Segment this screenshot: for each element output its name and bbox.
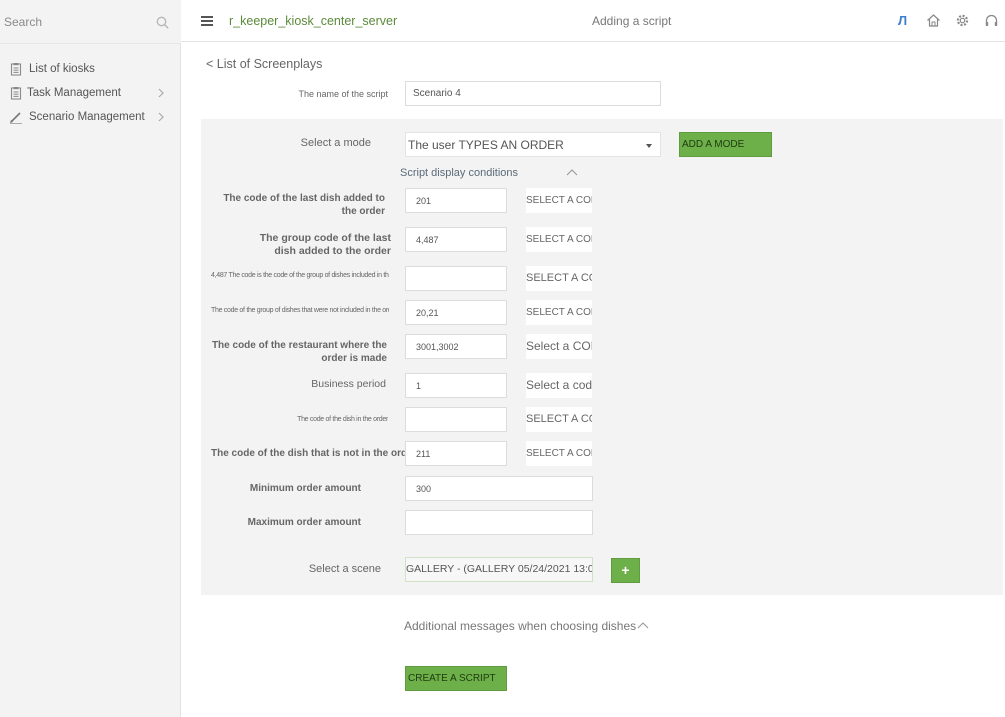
chevron-up-icon[interactable]	[637, 622, 649, 629]
condition-label-restaurant: The code of the restaurant where the ord…	[211, 340, 387, 364]
select-code-button[interactable]: SELECT A CODE	[526, 300, 592, 325]
min-order-input[interactable]	[405, 476, 593, 501]
last-dish-group-code-input[interactable]	[405, 227, 507, 252]
dish-not-in-order-code-input[interactable]	[405, 441, 507, 466]
select-code-button[interactable]: SELECT A CODE,	[526, 407, 592, 432]
additional-messages-title: Additional messages when choosing dishes	[404, 619, 637, 633]
hamburger-icon[interactable]	[201, 16, 213, 26]
create-script-button[interactable]: CREATE A SCRIPT	[405, 666, 507, 691]
pencil-icon	[10, 112, 22, 124]
gear-icon[interactable]	[955, 13, 970, 28]
select-code-button[interactable]: Select a CODE	[526, 334, 592, 359]
user-initial[interactable]: Л	[898, 13, 907, 28]
script-name-input[interactable]	[405, 81, 661, 106]
select-code-button[interactable]: Select a code	[526, 373, 592, 398]
app-title[interactable]: r_keeper_kiosk_center_server	[229, 14, 397, 28]
search-input[interactable]	[4, 12, 144, 32]
sidebar: List of kiosks Task Management Scenario …	[0, 0, 181, 717]
clipboard-icon	[10, 63, 22, 76]
sidebar-search	[0, 0, 181, 44]
select-code-button[interactable]: SELECT A CODE	[526, 188, 592, 213]
page-title: Adding a script	[592, 14, 672, 28]
caret-down-icon	[646, 144, 652, 148]
condition-label-group-not-in-order: The code of the group of dishes that wer…	[211, 307, 389, 314]
max-order-label: Maximum order amount	[247, 517, 361, 528]
sidebar-nav: List of kiosks Task Management Scenario …	[0, 58, 181, 129]
add-mode-button[interactable]: ADD A MODE	[679, 132, 772, 157]
group-not-in-order-code-input[interactable]	[405, 300, 507, 325]
chevron-right-icon	[158, 88, 164, 98]
chevron-up-icon[interactable]	[566, 169, 578, 176]
condition-label-dish-in-order: The code of the dish in the order	[297, 416, 388, 423]
sidebar-item-list-of-kiosks[interactable]: List of kiosks	[0, 58, 181, 81]
top-header: r_keeper_kiosk_center_server Adding a sc…	[181, 0, 1005, 42]
home-icon[interactable]	[926, 13, 941, 28]
condition-label-dish-not-in-order: The code of the dish that is not in the …	[211, 448, 417, 459]
main-content: < List of Screenplays The name of the sc…	[181, 43, 1005, 717]
clipboard-icon	[10, 87, 22, 100]
restaurant-code-input[interactable]	[405, 334, 507, 359]
mode-label: Select a mode	[300, 137, 371, 149]
sidebar-item-label: Task Management	[27, 87, 121, 99]
back-to-screenplays-link[interactable]: < List of Screenplays	[206, 57, 322, 71]
mode-select[interactable]: The user TYPES AN ORDER	[405, 132, 661, 157]
chevron-right-icon	[158, 112, 164, 122]
condition-label-business-period: Business period	[311, 378, 386, 390]
mode-select-value: The user TYPES AN ORDER	[408, 138, 564, 152]
group-in-order-code-input[interactable]	[405, 266, 507, 291]
max-order-input[interactable]	[405, 510, 593, 535]
select-code-button[interactable]: SELECT A CODE,	[526, 266, 592, 291]
min-order-label: Minimum order amount	[249, 483, 361, 494]
condition-label-last-dish-group: The group code of the last dish added to…	[259, 232, 391, 257]
sidebar-item-scenario-management[interactable]: Scenario Management	[0, 106, 181, 129]
sidebar-item-label: Scenario Management	[29, 111, 145, 123]
last-dish-code-input[interactable]	[405, 188, 507, 213]
conditions-section-title: Script display conditions	[400, 167, 519, 179]
dish-in-order-code-input[interactable]	[405, 407, 507, 432]
business-period-input[interactable]	[405, 373, 507, 398]
select-code-button[interactable]: SELECT A CODE	[526, 227, 592, 252]
scene-select[interactable]: GALLERY - (GALLERY 05/24/2021 13:06:17)-	[405, 557, 593, 582]
script-name-label: The name of the script	[298, 89, 388, 99]
add-scene-button[interactable]: +	[611, 558, 640, 583]
scene-label: Select a scene	[308, 563, 381, 575]
sidebar-item-task-management[interactable]: Task Management	[0, 82, 181, 105]
headset-icon[interactable]	[984, 13, 999, 28]
condition-label-last-dish: The code of the last dish added to the o…	[223, 193, 385, 217]
search-icon[interactable]	[156, 16, 169, 29]
sidebar-item-label: List of kiosks	[29, 63, 95, 75]
condition-label-group-in-order: 4,487 The code is the code of the group …	[211, 272, 389, 279]
select-code-button[interactable]: SELECT A CODE	[526, 441, 592, 466]
